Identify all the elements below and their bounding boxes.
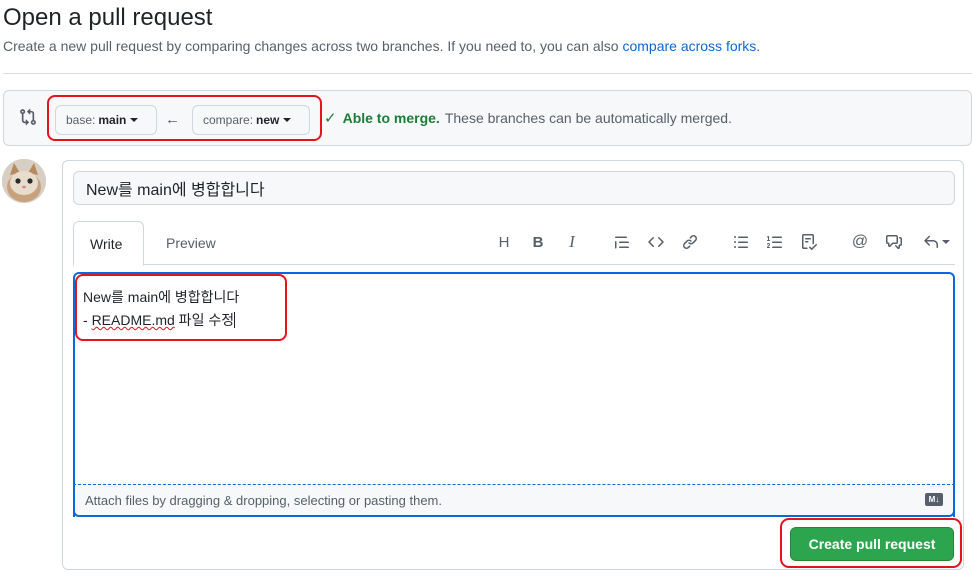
italic-icon[interactable]: I: [561, 231, 583, 253]
range-editor: base: main ← compare: new ✓ Able to merg…: [3, 90, 972, 146]
page-subtitle: Create a new pull request by comparing c…: [3, 38, 760, 54]
subtitle-text: Create a new pull request by comparing c…: [3, 38, 619, 54]
merge-status: ✓ Able to merge. These branches can be a…: [324, 109, 732, 127]
link-icon[interactable]: [679, 231, 701, 253]
branch-selector-group: base: main ← compare: new: [47, 95, 322, 141]
git-compare-icon: [20, 108, 36, 126]
caret-down-icon: [941, 240, 950, 244]
caret-down-icon: [130, 118, 139, 122]
attach-files-bar[interactable]: Attach files by dragging & dropping, sel…: [73, 484, 955, 517]
compare-forks-link[interactable]: compare across forks: [622, 38, 756, 54]
quote-icon[interactable]: [611, 231, 633, 253]
reference-icon[interactable]: [883, 231, 905, 253]
create-button-highlight: Create pull request: [780, 518, 962, 568]
page-title: Open a pull request: [3, 4, 213, 31]
code-icon[interactable]: [645, 231, 667, 253]
compare-branch-button[interactable]: compare: new: [192, 105, 310, 135]
caret-down-icon: [283, 118, 292, 122]
body-text-highlight: [75, 274, 287, 341]
unordered-list-icon[interactable]: [730, 231, 752, 253]
avatar[interactable]: [2, 159, 46, 203]
compare-prefix: compare:: [203, 113, 254, 127]
tab-preview[interactable]: Preview: [150, 221, 232, 265]
heading-icon[interactable]: H: [493, 231, 515, 253]
markdown-icon: M↓: [925, 493, 943, 506]
base-prefix: base:: [66, 113, 96, 127]
attach-hint: Attach files by dragging & dropping, sel…: [85, 492, 442, 508]
cat-avatar-icon: [2, 159, 46, 203]
merge-ok-label: Able to merge.: [342, 110, 440, 126]
divider: [3, 73, 972, 74]
task-list-icon[interactable]: [798, 231, 820, 253]
compare-branch-name: new: [256, 113, 280, 127]
create-pull-request-button[interactable]: Create pull request: [790, 527, 954, 561]
merge-message: These branches can be automatically merg…: [444, 110, 732, 126]
base-branch-name: main: [98, 113, 127, 127]
base-branch-button[interactable]: base: main: [55, 105, 157, 135]
check-icon: ✓: [324, 110, 337, 127]
reply-icon[interactable]: [919, 231, 953, 253]
ordered-list-icon[interactable]: [764, 231, 786, 253]
tab-write[interactable]: Write: [73, 221, 144, 266]
editor-tabbar: Write Preview H B I @: [73, 221, 955, 266]
pr-title-input[interactable]: [73, 171, 955, 205]
mention-icon[interactable]: @: [849, 231, 871, 253]
subtitle-end: .: [756, 38, 761, 54]
arrow-left-icon: ←: [165, 111, 180, 128]
bold-icon[interactable]: B: [527, 231, 549, 253]
pr-composer: Write Preview H B I @ New: [62, 160, 964, 570]
